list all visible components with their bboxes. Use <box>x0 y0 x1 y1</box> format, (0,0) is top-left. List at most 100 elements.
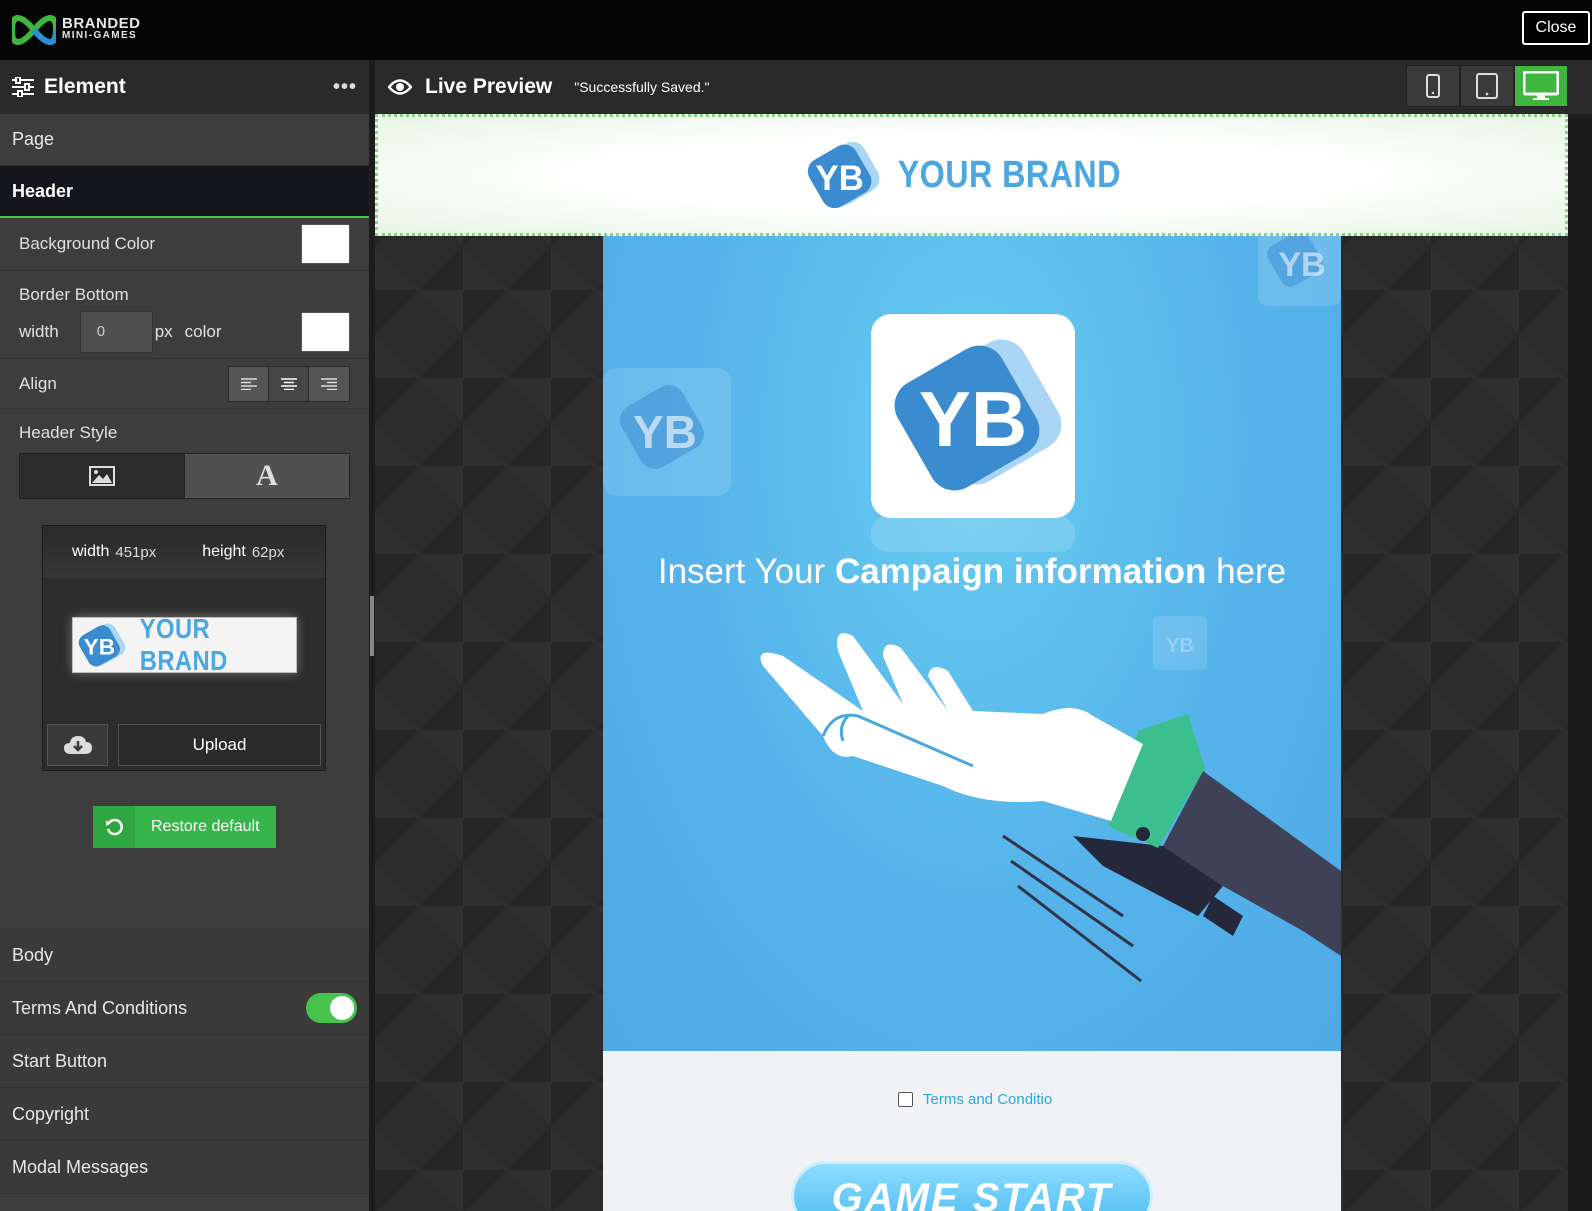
preview-title: Live Preview <box>425 75 553 98</box>
section-copyright[interactable]: Copyright <box>0 1088 369 1141</box>
header-brand-initials: YB <box>816 159 865 198</box>
header-image-preview: YB YOUR BRAND <box>72 613 297 676</box>
element-panel: Element ••• Page Header Background Color… <box>0 60 369 1211</box>
panel-scrollbar[interactable] <box>370 596 374 656</box>
faded-logo-left-icon: YB <box>603 368 731 496</box>
sliders-icon <box>12 77 34 97</box>
terms-checkbox[interactable] <box>898 1092 913 1107</box>
upload-button[interactable]: Upload <box>118 724 321 766</box>
hand-illustration <box>760 633 1341 983</box>
border-width-input[interactable] <box>79 310 153 353</box>
background-color-row: Background Color <box>0 218 369 271</box>
section-page[interactable]: Page <box>0 114 369 166</box>
game-start-label: GAME START <box>831 1176 1113 1211</box>
header-style-toggle: A <box>19 453 350 499</box>
align-center-button[interactable] <box>269 366 309 401</box>
panel-header: Element ••• <box>0 60 369 114</box>
svg-text:YB: YB <box>633 406 697 458</box>
terms-checkbox-row[interactable]: Terms and Conditio <box>898 1091 1052 1108</box>
app-icon-logo: YB <box>871 314 1075 552</box>
preview-toolbar: Live Preview "Successfully Saved." <box>375 60 1592 114</box>
svg-text:YB: YB <box>919 375 1027 463</box>
align-center-icon <box>280 377 297 390</box>
image-icon <box>89 466 115 486</box>
terms-toggle[interactable] <box>306 993 357 1023</box>
border-width-label: width <box>19 321 59 341</box>
save-status: "Successfully Saved." <box>574 79 710 95</box>
game-start-button[interactable]: GAME START <box>791 1161 1153 1211</box>
section-start-button[interactable]: Start Button <box>0 1035 369 1088</box>
border-color-label: color <box>184 321 222 341</box>
lower-sections: Body Terms And Conditions Start Button C… <box>0 929 369 1194</box>
close-button[interactable]: Close <box>1522 11 1590 45</box>
align-row: Align <box>0 359 369 409</box>
campaign-text-part1: Insert Your <box>657 552 835 591</box>
header-image-card: width 451px height 62px YB YOUR BRAND Up… <box>42 525 326 771</box>
restore-default-label: Restore default <box>151 818 260 835</box>
tablet-view-button[interactable] <box>1460 65 1514 107</box>
terms-link[interactable]: Terms and Conditio <box>923 1091 1052 1108</box>
svg-text:YB: YB <box>1278 246 1325 284</box>
section-body[interactable]: Body <box>0 929 369 982</box>
section-terms[interactable]: Terms And Conditions <box>0 982 369 1035</box>
cloud-download-icon <box>63 736 92 754</box>
panel-title: Element <box>44 75 126 98</box>
align-left-button[interactable] <box>229 366 269 401</box>
faded-logo-top-icon: YB <box>1258 236 1341 306</box>
brand-logo-icon: YB <box>78 623 126 667</box>
image-width-label: width <box>72 543 110 560</box>
section-header[interactable]: Header <box>0 166 369 218</box>
preview-canvas: YB YOUR BRAND YB YB YB YB Insert Your Ca… <box>375 114 1568 1211</box>
header-brand-name: YOUR BRAND <box>897 153 1122 196</box>
background-color-swatch[interactable] <box>301 224 350 264</box>
image-height-value: 62px <box>251 543 285 561</box>
image-card-actions: Upload <box>47 724 321 766</box>
campaign-text-bold: Campaign information <box>834 552 1207 591</box>
logo-line-1: BRANDED <box>62 15 141 32</box>
border-color-swatch[interactable] <box>301 311 350 352</box>
tablet-icon <box>1476 73 1498 99</box>
header-style-label: Header Style <box>19 423 118 442</box>
align-right-button[interactable] <box>309 366 349 401</box>
mobile-icon <box>1426 74 1440 98</box>
infinity-logo-icon <box>12 14 56 46</box>
align-buttons <box>228 365 350 402</box>
image-height-label: height <box>202 543 246 560</box>
mobile-view-button[interactable] <box>1406 65 1460 107</box>
campaign-text-part2: here <box>1206 552 1287 591</box>
align-label: Align <box>19 373 57 393</box>
section-terms-label: Terms And Conditions <box>12 997 188 1018</box>
restore-default-button[interactable]: Restore default <box>93 806 276 848</box>
game-hero: YB YB YB YB Insert Your Campaign informa… <box>603 236 1341 1051</box>
eye-icon <box>388 79 412 95</box>
border-bottom-row: width px color <box>0 305 369 359</box>
align-right-icon <box>321 377 337 390</box>
download-button[interactable] <box>47 724 108 766</box>
image-width-value: 451px <box>115 543 157 561</box>
toggle-knob <box>330 996 354 1020</box>
game-footer: Terms and Conditio GAME START <box>603 1051 1341 1211</box>
desktop-icon <box>1523 71 1559 100</box>
app-logo: BRANDED MINI-GAMES <box>12 14 141 46</box>
align-left-icon <box>240 377 257 390</box>
px-unit-label: px <box>154 321 173 341</box>
game-preview: YB YB YB YB Insert Your Campaign informa… <box>603 236 1341 1211</box>
device-switcher <box>1406 65 1568 107</box>
brand-initials: YB <box>84 635 115 660</box>
section-modal-messages[interactable]: Modal Messages <box>0 1141 369 1194</box>
brand-name: YOUR BRAND <box>139 613 228 676</box>
border-bottom-label: Border Bottom <box>19 285 129 304</box>
header-style-text-option[interactable]: A <box>185 454 349 498</box>
background-color-label: Background Color <box>19 234 156 253</box>
restore-icon <box>93 806 135 848</box>
logo-line-2: MINI-GAMES <box>62 30 138 41</box>
campaign-text: Insert Your Campaign information here <box>603 552 1341 592</box>
top-bar: BRANDED MINI-GAMES Close <box>0 0 1592 60</box>
preview-header[interactable]: YB YOUR BRAND <box>375 114 1568 236</box>
header-style-image-option[interactable] <box>20 454 185 498</box>
header-brand-logo-icon: YB <box>808 141 880 209</box>
image-dimensions: width 451px height 62px <box>43 526 325 578</box>
more-options-icon[interactable]: ••• <box>333 76 357 99</box>
desktop-view-button[interactable] <box>1514 65 1568 107</box>
text-style-icon: A <box>256 459 278 492</box>
